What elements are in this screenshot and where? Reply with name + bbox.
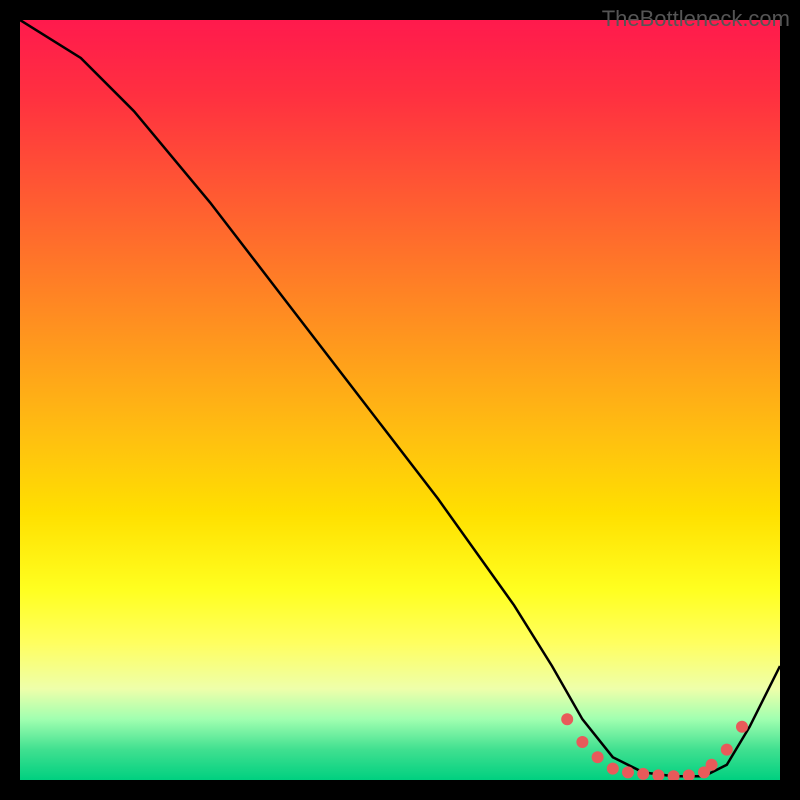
- data-marker: [622, 766, 634, 778]
- data-marker: [561, 713, 573, 725]
- plot-area: [20, 20, 780, 780]
- curve-markers: [561, 713, 748, 780]
- data-marker: [637, 768, 649, 780]
- curve-line: [20, 20, 780, 776]
- data-marker: [683, 769, 695, 780]
- data-marker: [668, 770, 680, 780]
- data-marker: [652, 769, 664, 780]
- data-marker: [576, 736, 588, 748]
- data-marker: [736, 721, 748, 733]
- data-marker: [592, 751, 604, 763]
- watermark-text: TheBottleneck.com: [602, 6, 790, 32]
- data-marker: [721, 744, 733, 756]
- bottleneck-curve: [20, 20, 780, 780]
- data-marker: [706, 759, 718, 771]
- data-marker: [607, 763, 619, 775]
- chart-container: TheBottleneck.com: [0, 0, 800, 800]
